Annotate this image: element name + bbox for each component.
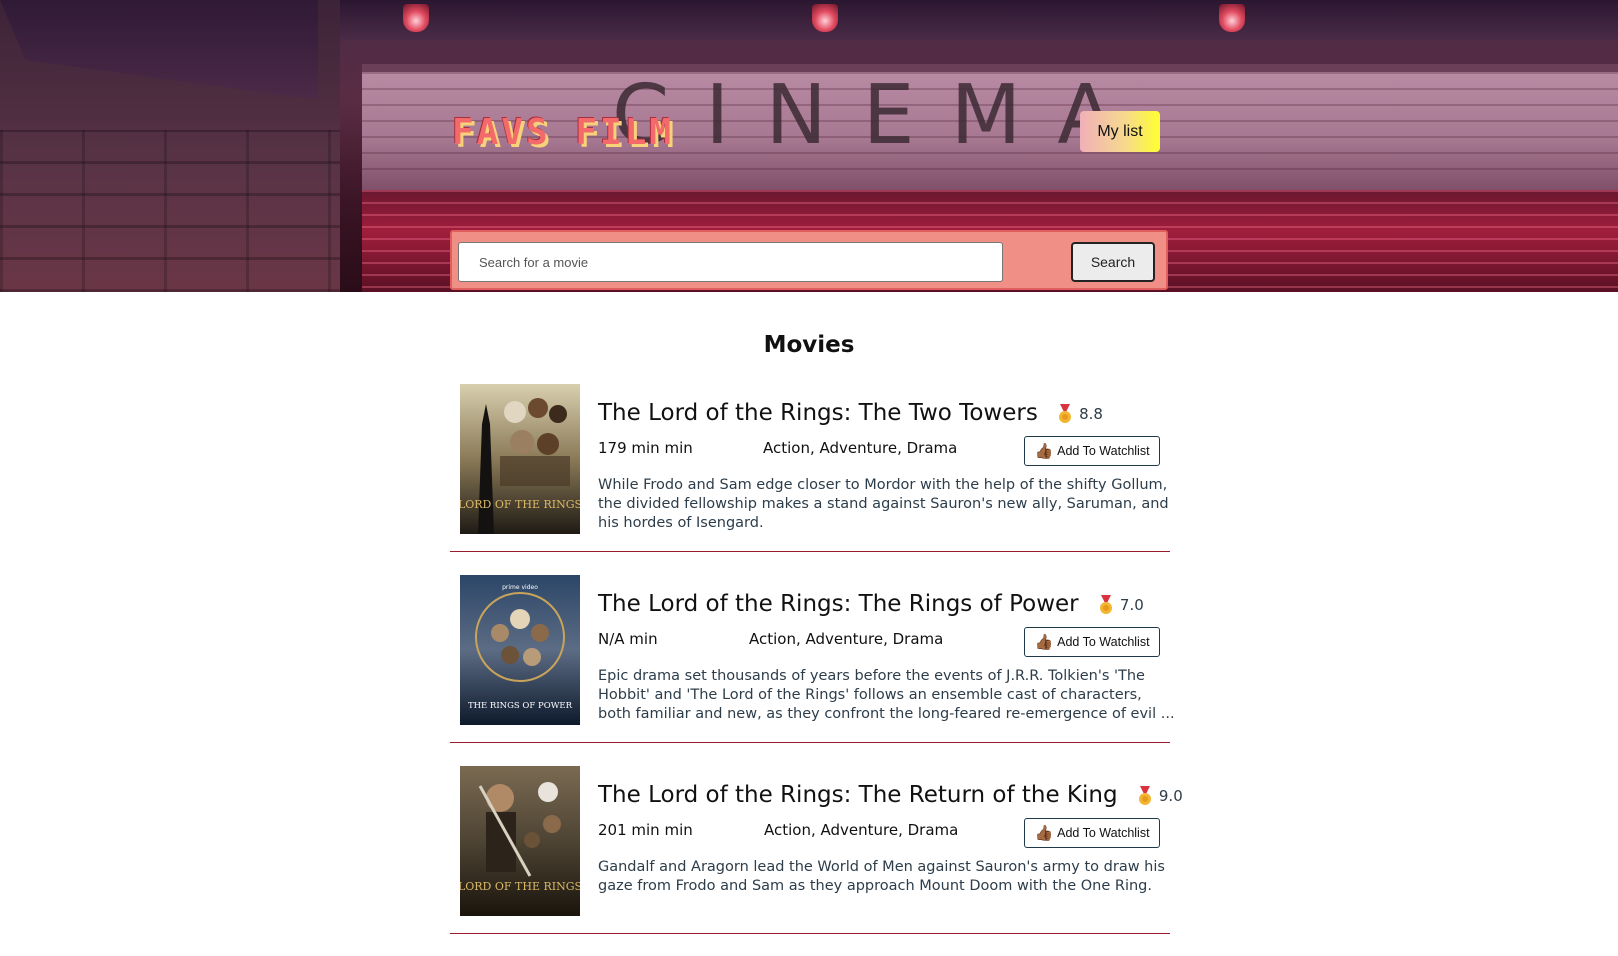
movie-title-row: The Lord of the Rings: The Two Towers 8.… bbox=[598, 400, 1103, 426]
movie-card: LORD OF THE RINGS The Lord of the Rings:… bbox=[450, 766, 1183, 934]
runtime: 179 min min bbox=[598, 439, 693, 457]
search-bar: Search bbox=[450, 230, 1168, 290]
thumbs-up-icon: 👍🏾 bbox=[1034, 633, 1054, 651]
thumbs-up-icon: 👍🏾 bbox=[1034, 442, 1054, 460]
lamp-icon bbox=[1219, 4, 1245, 32]
lamp-icon bbox=[403, 4, 429, 32]
lamp-icon bbox=[812, 4, 838, 32]
add-to-watchlist-button[interactable]: 👍🏾 Add To Watchlist bbox=[1024, 818, 1160, 848]
movie-card: prime video THE RINGS OF POWER The Lord … bbox=[450, 575, 1175, 743]
my-list-button[interactable]: My list bbox=[1080, 111, 1160, 152]
cinema-sign-text: CINEMA bbox=[612, 68, 1150, 163]
movie-plot: Gandalf and Aragorn lead the World of Me… bbox=[598, 859, 1165, 894]
poster-badge: prime video bbox=[502, 584, 538, 591]
add-to-watchlist-button[interactable]: 👍🏾 Add To Watchlist bbox=[1024, 436, 1160, 466]
poster-caption: LORD OF THE RINGS bbox=[460, 880, 580, 893]
rating-value: 9.0 bbox=[1158, 786, 1183, 805]
movie-plot: Epic drama set thousands of years before… bbox=[598, 668, 1175, 722]
rating: 8.8 bbox=[1057, 403, 1103, 424]
hero-banner: CINEMA FAVS FILM My list Search bbox=[0, 0, 1618, 292]
rating-value: 7.0 bbox=[1119, 595, 1144, 614]
runtime: N/A min bbox=[598, 630, 658, 648]
medal-icon bbox=[1057, 403, 1073, 424]
poster-caption: THE RINGS OF POWER bbox=[468, 701, 573, 711]
movie-title-row: The Lord of the Rings: The Rings of Powe… bbox=[598, 591, 1144, 617]
movie-title[interactable]: The Lord of the Rings: The Rings of Powe… bbox=[598, 591, 1079, 617]
genre: Action, Adventure, Drama bbox=[764, 821, 959, 839]
movie-card: LORD OF THE RINGS The Lord of the Rings:… bbox=[450, 384, 1170, 552]
rating: 7.0 bbox=[1098, 594, 1144, 615]
thumbs-up-icon: 👍🏾 bbox=[1034, 824, 1054, 842]
movie-poster[interactable]: LORD OF THE RINGS bbox=[460, 384, 580, 534]
rating: 9.0 bbox=[1137, 785, 1183, 806]
watchlist-label: Add To Watchlist bbox=[1057, 444, 1150, 458]
watchlist-label: Add To Watchlist bbox=[1057, 635, 1150, 649]
runtime: 201 min min bbox=[598, 821, 693, 839]
add-to-watchlist-button[interactable]: 👍🏾 Add To Watchlist bbox=[1024, 627, 1160, 657]
watchlist-label: Add To Watchlist bbox=[1057, 826, 1150, 840]
brick-wall bbox=[0, 130, 340, 292]
movie-poster[interactable]: LORD OF THE RINGS bbox=[460, 766, 580, 916]
medal-icon bbox=[1137, 785, 1153, 806]
movie-poster[interactable]: prime video THE RINGS OF POWER bbox=[460, 575, 580, 725]
medal-icon bbox=[1098, 594, 1114, 615]
section-title: Movies bbox=[763, 332, 855, 358]
movie-title[interactable]: The Lord of the Rings: The Return of the… bbox=[598, 782, 1118, 808]
site-logo[interactable]: FAVS FILM bbox=[452, 112, 674, 153]
poster-caption: LORD OF THE RINGS bbox=[460, 498, 580, 511]
rating-value: 8.8 bbox=[1079, 404, 1103, 423]
movie-title-row: The Lord of the Rings: The Return of the… bbox=[598, 782, 1183, 808]
genre: Action, Adventure, Drama bbox=[763, 439, 958, 457]
search-input[interactable] bbox=[458, 242, 1003, 282]
search-button[interactable]: Search bbox=[1071, 242, 1155, 282]
genre: Action, Adventure, Drama bbox=[749, 630, 944, 648]
movie-plot: While Frodo and Sam edge closer to Mordo… bbox=[598, 477, 1169, 531]
movie-title[interactable]: The Lord of the Rings: The Two Towers bbox=[598, 400, 1038, 426]
